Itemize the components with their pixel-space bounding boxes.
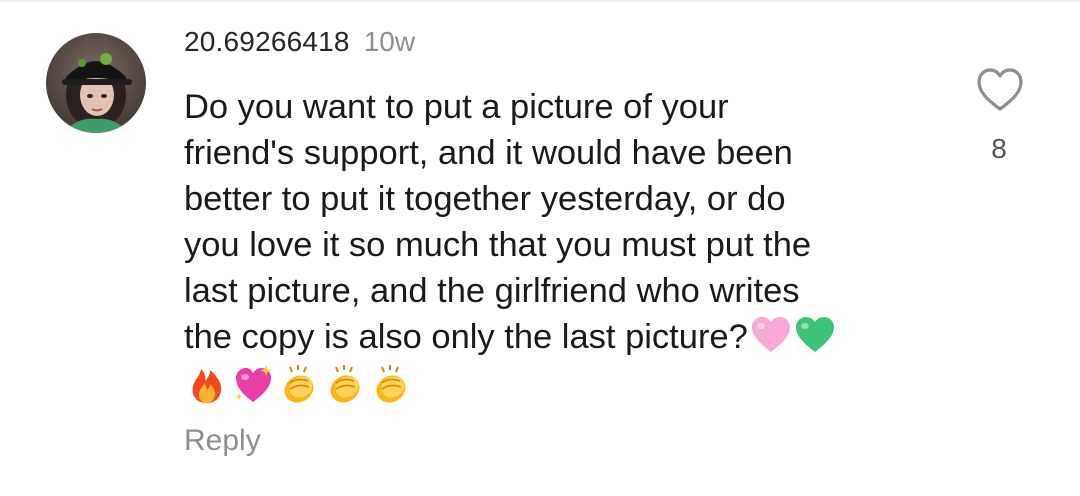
clapping-hands-emoji	[370, 363, 412, 405]
timestamp: 10w	[363, 26, 416, 57]
avatar[interactable]	[46, 33, 146, 133]
fire-emoji	[186, 363, 228, 405]
comment-line: last picture, and the girlfriend who wri…	[184, 272, 800, 310]
comment-item: 20.69266418 10w Do you want to put a pic…	[0, 0, 1080, 496]
emoji-row	[186, 360, 416, 408]
like-count: 8	[991, 133, 1007, 164]
comment-header: 20.69266418 10w	[184, 26, 415, 66]
comment-line: friend's support, and it would have been	[184, 134, 793, 172]
pink-heart-emoji	[750, 316, 792, 366]
green-heart-emoji	[794, 316, 836, 366]
comment-line-text: the copy is also only the last picture?	[184, 318, 748, 356]
comment-text: Do you want to put a picture of your fri…	[184, 84, 944, 366]
clapping-hands-emoji	[278, 363, 320, 405]
reply-button[interactable]: Reply	[184, 424, 261, 458]
sparkling-heart-emoji	[232, 363, 274, 405]
clapping-hands-emoji	[324, 363, 366, 405]
avatar-image	[46, 33, 146, 133]
comment-line: better to put it together yesterday, or …	[184, 180, 786, 218]
heart-outline-icon	[977, 68, 1023, 111]
username[interactable]: 20.69266418	[184, 26, 350, 58]
comment-line: Do you want to put a picture of your	[184, 88, 729, 126]
comment-line-last: the copy is also only the last picture?	[184, 314, 944, 366]
like-button[interactable]	[975, 66, 1025, 114]
comment-line: you love it so much that you must put th…	[184, 226, 812, 264]
